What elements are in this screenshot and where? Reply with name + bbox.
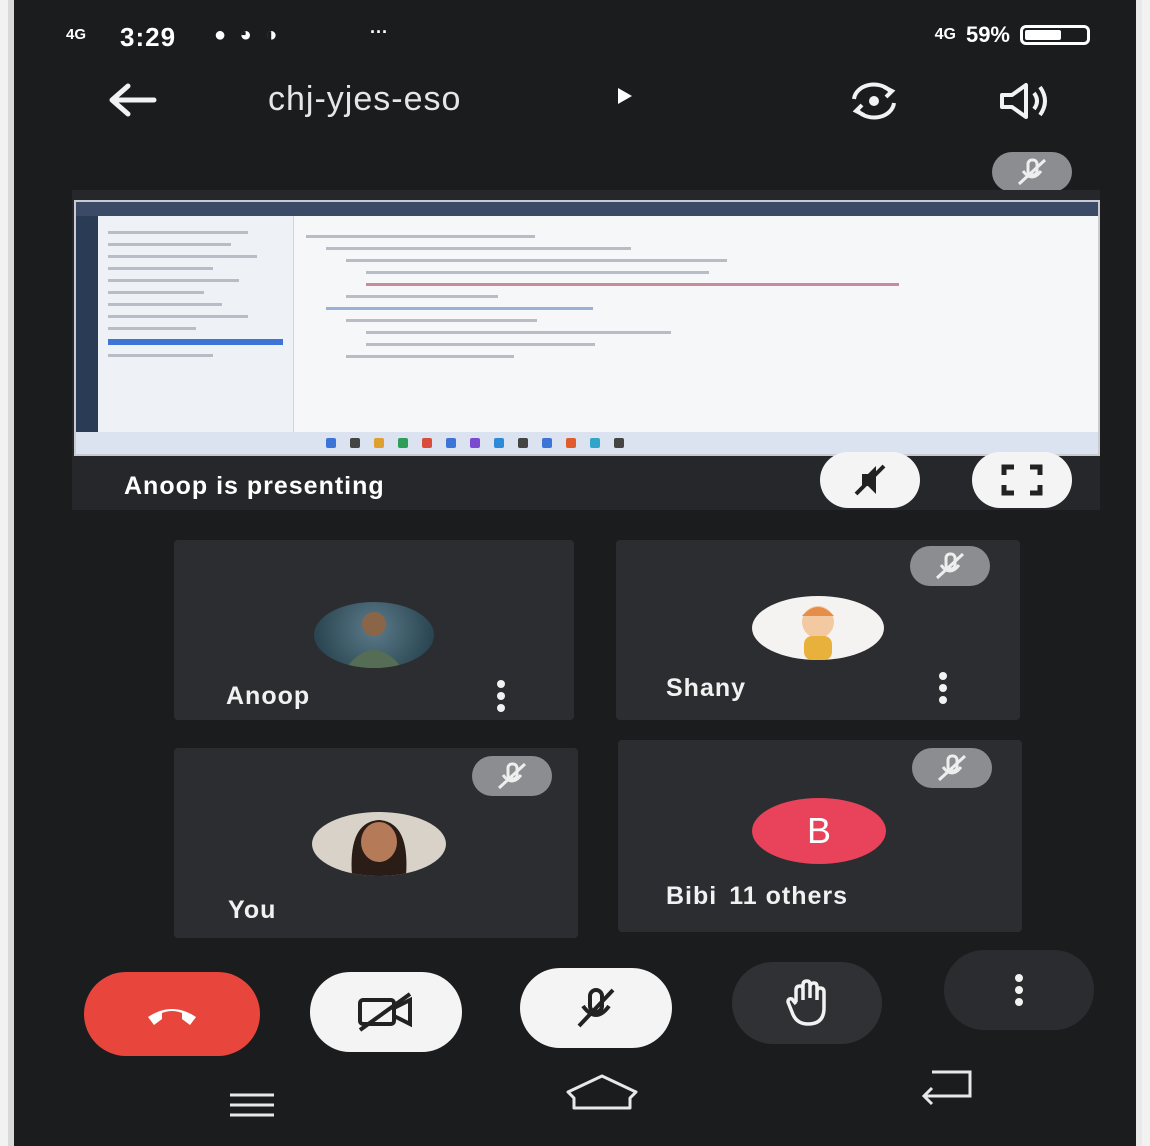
mic-muted-icon — [912, 748, 992, 788]
participant-name: You — [228, 896, 277, 924]
presenter-muted-icon — [992, 152, 1072, 192]
battery-percent: 59% — [965, 22, 1010, 47]
mute-presentation-audio-button[interactable] — [820, 452, 920, 508]
more-options-icon — [1014, 974, 1024, 1006]
mic-off-button[interactable] — [520, 968, 672, 1048]
network-indicator-left: 4G — [66, 26, 87, 43]
recent-apps-icon[interactable] — [226, 1090, 278, 1125]
avatar: B — [752, 798, 886, 864]
participant-tile-you[interactable]: You — [174, 748, 578, 938]
participant-name-group: Bibi 11 others — [666, 882, 848, 911]
presenting-label: Anoop is presenting — [124, 472, 385, 500]
more-options-icon[interactable] — [496, 680, 506, 712]
shared-screen-file-tree — [98, 216, 294, 432]
mic-muted-icon — [910, 546, 990, 586]
home-icon[interactable] — [562, 1072, 642, 1117]
mic-muted-icon — [472, 756, 552, 796]
back-arrow-icon[interactable] — [102, 80, 158, 120]
avatar-letter: B — [806, 810, 831, 851]
more-options-icon[interactable] — [938, 672, 948, 704]
shared-screen-code — [306, 226, 1068, 426]
clock: 3:29 — [120, 22, 177, 52]
meeting-code[interactable]: chj-yjes-eso — [268, 80, 461, 119]
system-nav-bar — [14, 1066, 1136, 1146]
meeting-info-caret-icon[interactable] — [618, 88, 632, 104]
participant-tile-anoop[interactable]: Anoop — [174, 540, 574, 720]
presentation-area[interactable]: Anoop is presenting — [72, 190, 1100, 510]
more-options-button[interactable] — [944, 950, 1094, 1030]
avatar — [752, 596, 884, 660]
shared-screen — [74, 200, 1100, 456]
network-indicator-right: 4G — [934, 26, 956, 43]
participant-name: Anoop — [226, 682, 311, 710]
participant-tile-others[interactable]: B Bibi 11 others — [618, 740, 1022, 932]
avatar — [314, 602, 434, 668]
shared-screen-activity-bar — [76, 216, 98, 432]
others-count: 11 others — [729, 882, 848, 910]
shared-screen-toolbar — [76, 202, 1098, 216]
status-right: 4G 59% — [935, 22, 1090, 48]
avatar — [312, 812, 446, 876]
participant-tile-shany[interactable]: Shany — [616, 540, 1020, 720]
notification-icons: ● ◕ ◑ — [214, 24, 282, 46]
more-notifications: ··· — [370, 22, 388, 42]
participant-name: Bibi — [666, 882, 718, 910]
battery-icon — [1020, 25, 1090, 45]
switch-camera-icon[interactable] — [842, 74, 906, 128]
meeting-header: chj-yjes-eso — [14, 66, 1136, 136]
fullscreen-button[interactable] — [972, 452, 1072, 508]
back-nav-icon[interactable] — [916, 1066, 976, 1111]
participant-name: Shany — [666, 674, 747, 702]
shared-screen-taskbar — [76, 432, 1098, 454]
phone-screen: 4G 3:29 ● ◕ ◑ ··· 4G 59% chj-yjes-eso An… — [8, 0, 1142, 1146]
raise-hand-button[interactable] — [732, 962, 882, 1044]
speaker-icon[interactable] — [994, 74, 1058, 128]
end-call-button[interactable] — [84, 972, 260, 1056]
status-bar: 4G 3:29 ● ◕ ◑ ··· 4G 59% — [58, 14, 1096, 58]
camera-off-button[interactable] — [310, 972, 462, 1052]
